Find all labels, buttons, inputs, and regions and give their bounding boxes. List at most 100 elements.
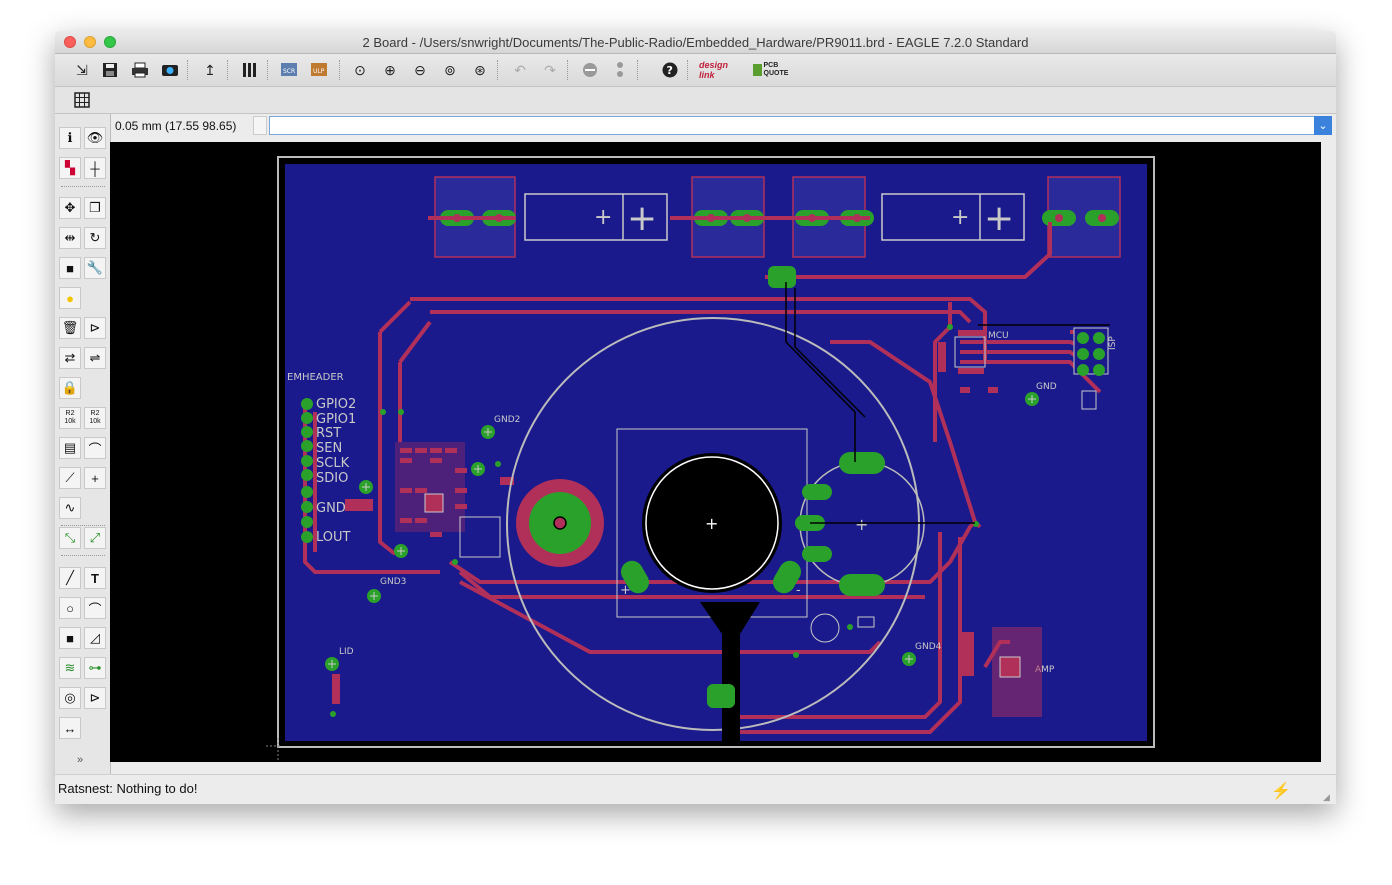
save-icon[interactable] [99,59,121,81]
label-emheader: EMHEADER [287,372,344,383]
wire-icon[interactable]: ╱ [59,567,81,589]
via-icon[interactable]: ≋ [59,657,81,679]
svg-text:-: - [796,583,801,598]
eagle-window: 2 Board - /Users/snwright/Documents/The-… [55,31,1336,804]
label-sclk: SCLK [316,456,350,471]
meander-icon[interactable]: ∿ [59,497,81,519]
svg-text:SCR: SCR [283,68,295,75]
lightning-icon[interactable]: ⚡ [1271,781,1291,801]
label-lid: LID [339,647,354,657]
zoom-in-icon[interactable]: ⊕ [379,59,401,81]
polygon-icon[interactable]: ◿ [84,627,106,649]
rect-icon[interactable]: ■ [59,627,81,649]
label-rst: RST [316,426,341,441]
zoom-redraw-icon[interactable]: ⊚ [439,59,461,81]
svg-text:+: + [855,515,868,534]
command-history-dropdown-icon[interactable]: ⌄ [1314,116,1332,135]
label-gnd2: GND2 [494,415,520,425]
signal-icon[interactable]: ⊶ [84,657,106,679]
label-lout: LOUT [316,530,351,545]
secondary-toolbar [55,87,1336,114]
zoom-out-icon[interactable]: ⊖ [409,59,431,81]
ripup-icon[interactable]: ⤢ [84,527,106,549]
svg-text:+: + [951,205,969,230]
label-sen: SEN [316,441,342,456]
redo-icon[interactable]: ↷ [539,59,561,81]
command-input[interactable] [269,116,1317,135]
smash-icon[interactable]: ▤ [59,437,81,459]
paste-icon[interactable]: ● [59,287,81,309]
attribute-icon[interactable]: ⊳ [84,687,106,709]
dimension-icon[interactable]: ↔ [59,717,81,739]
label-gnd4: GND4 [915,642,942,652]
print-icon[interactable] [129,59,151,81]
add-icon[interactable]: ⊳ [84,317,106,339]
group-icon[interactable]: ■ [59,257,81,279]
name-icon[interactable]: R2 10k [59,407,81,429]
svg-text:ULP: ULP [313,68,325,75]
label-gpio2: GPIO2 [316,397,356,412]
mirror-icon[interactable]: ⇹ [59,227,81,249]
hole-icon[interactable]: ◎ [59,687,81,709]
cam-icon[interactable] [159,59,181,81]
svg-text:+: + [620,583,631,598]
replace-icon[interactable]: ⇄ [59,347,81,369]
stop-icon[interactable] [579,59,601,81]
window-title: 2 Board - /Users/snwright/Documents/The-… [362,35,1029,50]
coord-spacer [253,116,267,135]
miter-icon[interactable]: ⌒ [84,437,106,459]
scr-icon[interactable]: SCR [279,59,301,81]
pcb-quote-icon[interactable]: PCB QUOTE [753,59,793,81]
display-icon[interactable]: ▚ [59,157,81,179]
more-tools-icon[interactable]: » [77,754,83,766]
zoom-select-icon[interactable]: ⊛ [469,59,491,81]
pinswap-icon[interactable]: ⇌ [84,347,106,369]
zoom-fit-icon[interactable]: ⊙ [349,59,371,81]
undo-icon[interactable]: ↶ [509,59,531,81]
route-icon[interactable]: ⤡ [59,527,81,549]
delete-icon[interactable]: 🗑 [59,317,81,339]
library-icon[interactable] [239,59,261,81]
speaker-cap [707,684,735,708]
status-bar: Ratsnest: Nothing to do! ⚡ ◢ [55,774,1336,804]
title-bar: 2 Board - /Users/snwright/Documents/The-… [55,31,1336,54]
label-mcu: MCU [988,331,1009,341]
label-gnd-right: GND [1036,382,1057,392]
label-gnd3: GND3 [380,577,406,587]
board-canvas[interactable]: + + + + EMHEADER GPIO2 GPIO1 RST SEN SCL… [110,142,1321,762]
mark-icon[interactable]: ┼ [84,157,106,179]
script-icon[interactable]: ↥ [199,59,221,81]
copy-icon[interactable]: ❐ [84,197,106,219]
power-cap [768,266,796,288]
arc-icon[interactable]: ⌒ [84,597,106,619]
svg-text:?: ? [667,64,673,77]
label-sdio: SDIO [316,471,348,486]
info-icon[interactable]: ℹ [59,127,81,149]
ulp-icon[interactable]: ULP [309,59,331,81]
grid-icon[interactable] [71,89,93,111]
open-icon[interactable]: ⇲ [71,59,93,81]
svg-text:+: + [705,514,718,533]
main-toolbar: ⇲ ↥ SCR ULP ⊙ ⊕ ⊖ ⊚ ⊛ ↶ ↷ ? design link … [55,54,1336,87]
circle-icon[interactable]: ○ [59,597,81,619]
label-gnd: GND [316,501,346,516]
go-icon[interactable] [609,59,631,81]
show-icon[interactable]: 👁 [84,127,106,149]
lock-icon[interactable]: 🔒 [59,377,81,399]
split-icon[interactable]: ⟋ [59,467,81,489]
optimize-icon[interactable]: + [84,467,106,489]
svg-text:+: + [594,205,612,230]
rotate-icon[interactable]: ↻ [84,227,106,249]
command-sidebar: ℹ 👁 ▚ ┼ ✥ ❐ ⇹ ↻ ■ 🔧 ● 🗑 ⊳ ⇄ ⇌ 🔒 R2 10k R… [55,114,111,774]
lid-resistor [332,674,340,704]
move-icon[interactable]: ✥ [59,197,81,219]
coordinate-readout: 0.05 mm (17.55 98.65) [115,119,237,133]
value-icon[interactable]: R2 10k [84,407,106,429]
text-icon[interactable]: T [84,567,106,589]
resize-grip-icon[interactable]: ◢ [1323,792,1333,802]
design-link-icon[interactable]: design link [699,59,745,81]
pcb-layout: + + + + EMHEADER GPIO2 GPIO1 RST SEN SCL… [266,156,1155,762]
change-icon[interactable]: 🔧 [84,257,106,279]
svg-text:+: + [984,198,1014,239]
help-icon[interactable]: ? [659,59,681,81]
